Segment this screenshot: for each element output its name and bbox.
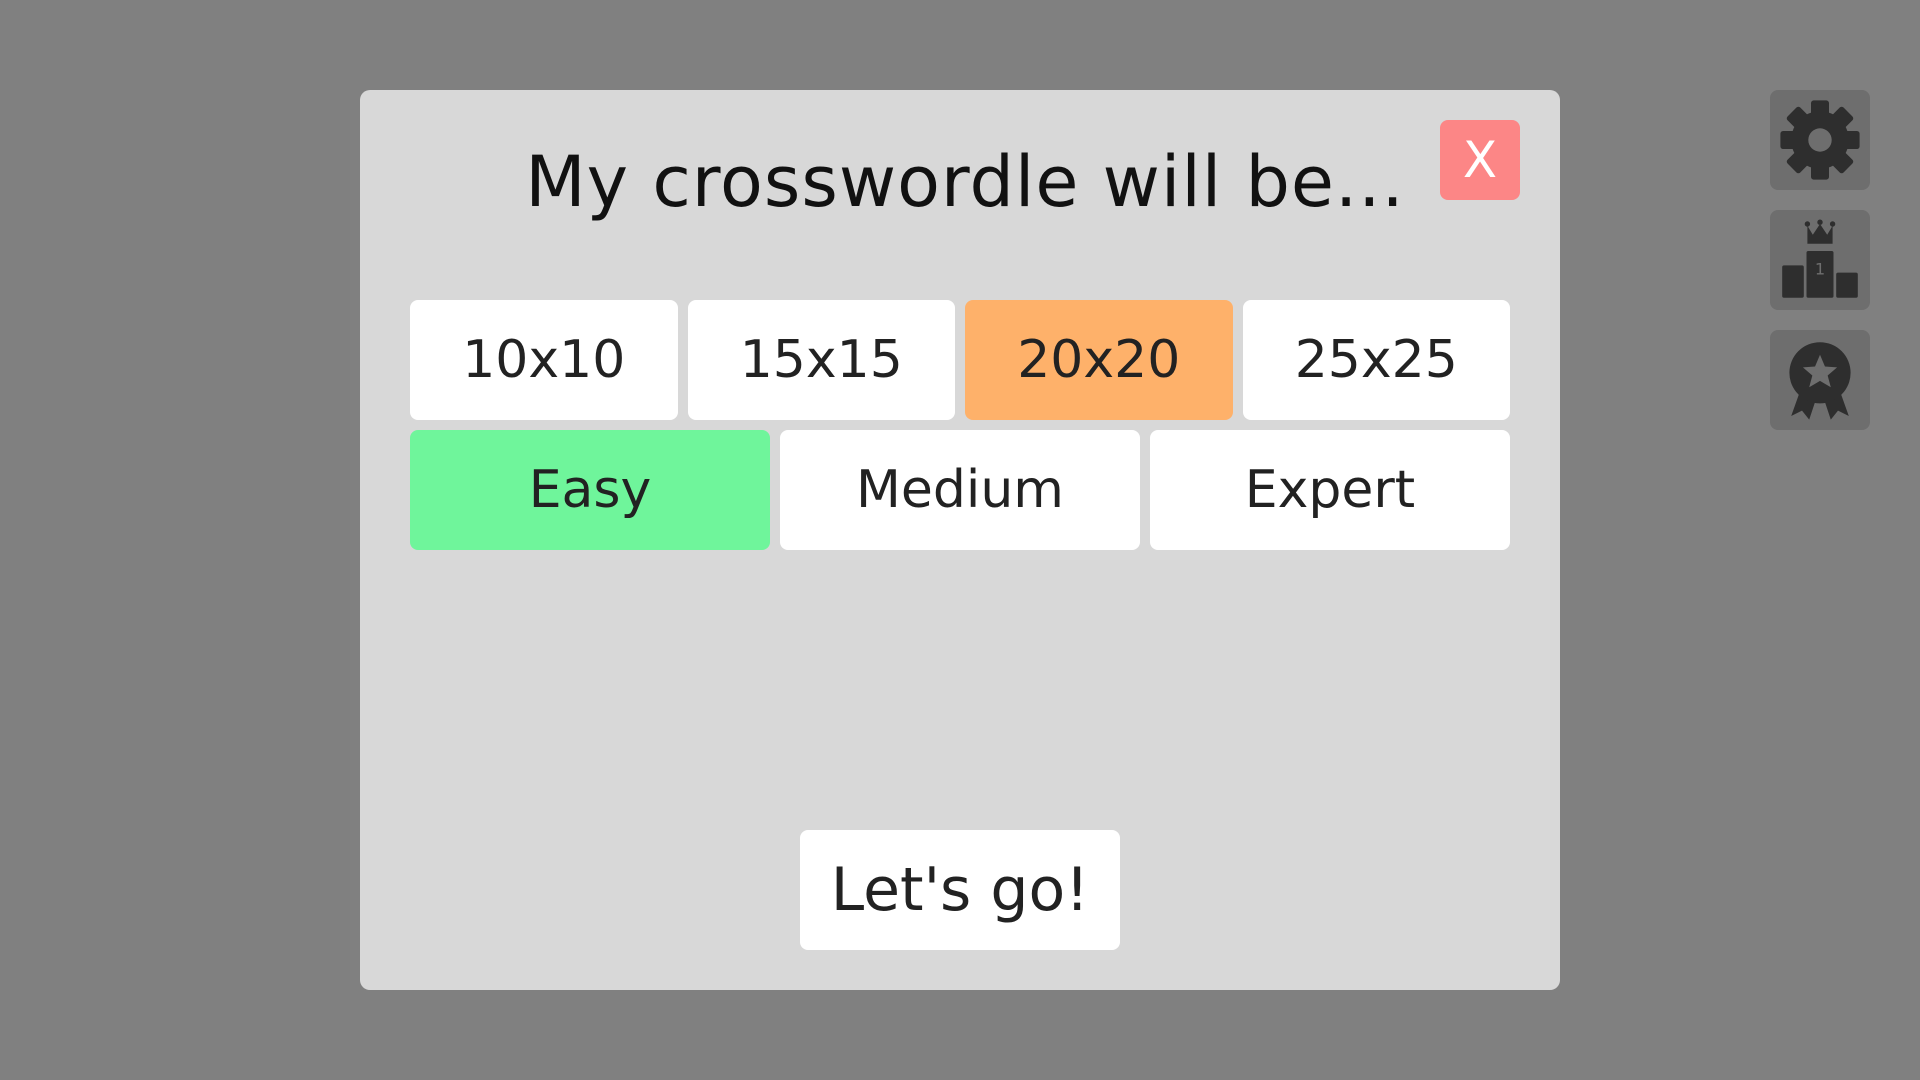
start-game-button[interactable]: Let's go!	[800, 830, 1120, 950]
podium-crown-icon: 1	[1782, 219, 1858, 298]
difficulty-option-easy[interactable]: Easy	[410, 430, 770, 550]
size-option-20x20[interactable]: 20x20	[965, 300, 1233, 420]
close-button[interactable]: X	[1440, 120, 1520, 200]
game-screen: My crosswordle will be... X 10x10 15x15 …	[0, 0, 1920, 1080]
settings-button[interactable]	[1770, 90, 1870, 190]
new-game-dialog: My crosswordle will be... X 10x10 15x15 …	[360, 90, 1560, 990]
dialog-title: My crosswordle will be...	[525, 141, 1405, 223]
size-option-15x15[interactable]: 15x15	[687, 300, 955, 420]
leaderboard-button[interactable]: 1	[1770, 210, 1870, 310]
size-option-25x25[interactable]: 25x25	[1242, 300, 1510, 420]
size-options: 10x10 15x15 20x20 25x25	[410, 300, 1510, 420]
achievements-button[interactable]	[1770, 330, 1870, 430]
award-ribbon-icon	[1789, 342, 1851, 420]
gear-icon	[1780, 100, 1860, 180]
difficulty-options: Easy Medium Expert	[410, 430, 1510, 550]
difficulty-option-medium[interactable]: Medium	[780, 430, 1140, 550]
size-option-10x10[interactable]: 10x10	[410, 300, 678, 420]
podium-rank-label: 1	[1815, 259, 1825, 278]
difficulty-option-expert[interactable]: Expert	[1150, 430, 1510, 550]
